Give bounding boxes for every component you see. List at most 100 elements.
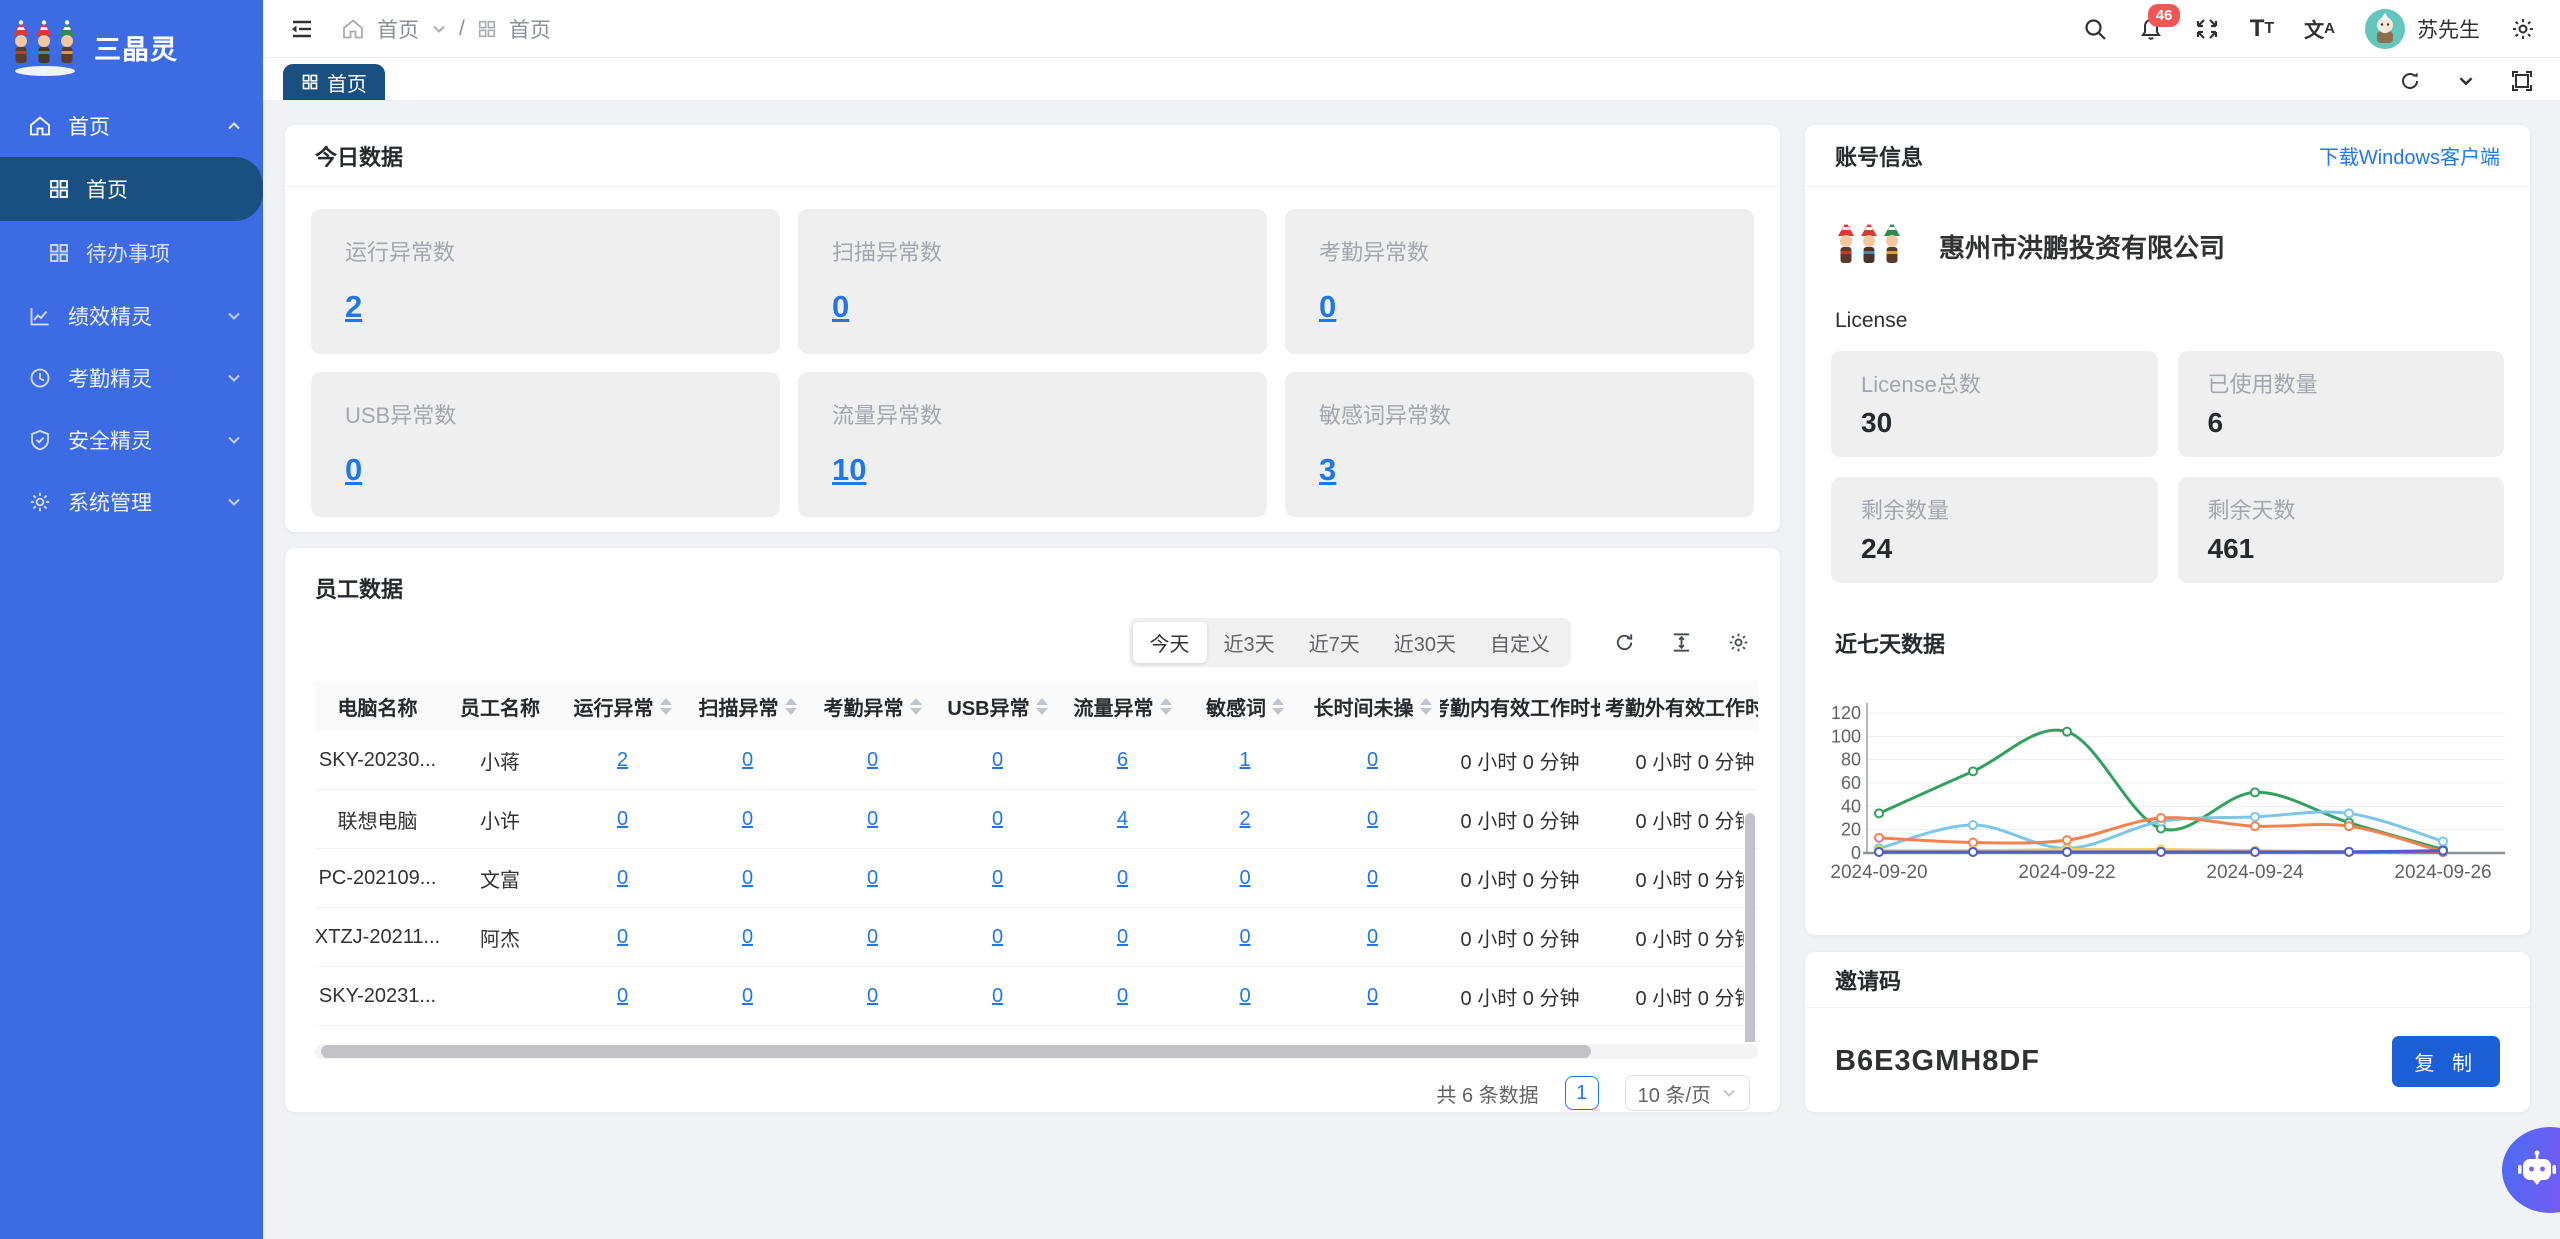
settings-gear-icon[interactable] — [2510, 16, 2536, 42]
refresh-icon[interactable] — [2398, 69, 2422, 93]
cell-count-link[interactable]: 0 — [1117, 867, 1128, 890]
license-used-box: 已使用数量 6 — [2178, 351, 2505, 457]
sidebar-subitem-todo[interactable]: 待办事项 — [0, 221, 263, 285]
sidebar-subitem-home[interactable]: 首页 — [0, 157, 263, 221]
sort-icon[interactable] — [785, 698, 797, 715]
user-name[interactable]: 苏先生 — [2417, 14, 2480, 44]
cell-count-link[interactable]: 0 — [742, 985, 753, 1008]
col-run-anomaly[interactable]: 运行异常 — [560, 692, 685, 721]
filter-custom[interactable]: 自定义 — [1473, 622, 1567, 663]
fullscreen-icon[interactable] — [2194, 16, 2220, 42]
stat-value-link[interactable]: 0 — [1319, 289, 1336, 325]
stat-value-link[interactable]: 0 — [832, 289, 849, 325]
sort-icon[interactable] — [1272, 698, 1284, 715]
filter-today[interactable]: 今天 — [1133, 622, 1207, 663]
refresh-icon[interactable] — [1613, 631, 1636, 654]
search-icon[interactable] — [2082, 16, 2108, 42]
sidebar-item-performance[interactable]: 绩效精灵 — [0, 285, 263, 347]
cell-count-link[interactable]: 0 — [1367, 867, 1378, 890]
license-remaining-box: 剩余数量 24 — [1831, 477, 2158, 583]
cell-count-link[interactable]: 0 — [742, 808, 753, 831]
sidebar-item-attendance[interactable]: 考勤精灵 — [0, 347, 263, 409]
cell-count-link[interactable]: 0 — [992, 749, 1003, 772]
scrollbar-thumb[interactable] — [321, 1045, 1591, 1058]
row-height-icon[interactable] — [1670, 631, 1693, 654]
cell-count-link[interactable]: 0 — [617, 985, 628, 1008]
page-button-1[interactable]: 1 — [1565, 1076, 1599, 1110]
col-traffic-anomaly[interactable]: 流量异常 — [1060, 692, 1185, 721]
chevron-down-icon — [1721, 1085, 1737, 1101]
cell-count-link[interactable]: 2 — [1239, 808, 1250, 831]
sort-icon[interactable] — [910, 698, 922, 715]
cell-count-link[interactable]: 0 — [1239, 867, 1250, 890]
col-employee-name[interactable]: 员工名称 — [440, 692, 560, 721]
col-attendance-anomaly[interactable]: 考勤异常 — [810, 692, 935, 721]
cell-count-link[interactable]: 0 — [742, 926, 753, 949]
cell-count-link[interactable]: 0 — [992, 926, 1003, 949]
cell-count-link[interactable]: 0 — [1367, 749, 1378, 772]
sort-icon[interactable] — [660, 698, 672, 715]
sidebar-item-system[interactable]: 系统管理 — [0, 471, 263, 533]
cell-count-link[interactable]: 0 — [867, 749, 878, 772]
col-long-idle[interactable]: 长时间未操 — [1305, 692, 1440, 721]
font-size-icon[interactable]: TT — [2250, 15, 2274, 43]
cell-count-link[interactable]: 1 — [1239, 749, 1250, 772]
sort-icon[interactable] — [1036, 698, 1048, 715]
col-scan-anomaly[interactable]: 扫描异常 — [685, 692, 810, 721]
avatar[interactable] — [2365, 9, 2405, 49]
collapse-menu-icon[interactable] — [289, 16, 315, 42]
cell-count-link[interactable]: 0 — [1239, 985, 1250, 1008]
cell-count-link[interactable]: 6 — [1117, 749, 1128, 772]
cell-count-link[interactable]: 0 — [867, 985, 878, 1008]
chevron-down-icon[interactable] — [431, 21, 447, 37]
copy-button[interactable]: 复 制 — [2392, 1036, 2500, 1087]
sort-icon[interactable] — [1420, 698, 1432, 715]
cell-count-link[interactable]: 0 — [867, 808, 878, 831]
cell-count-link[interactable]: 0 — [1367, 926, 1378, 949]
col-sensitive-word[interactable]: 敏感词 — [1185, 692, 1305, 721]
cell-count-link[interactable]: 0 — [1367, 808, 1378, 831]
home-icon[interactable] — [341, 17, 365, 41]
cell-count-link[interactable]: 0 — [742, 867, 753, 890]
cell-count-link[interactable]: 0 — [992, 808, 1003, 831]
cell-count-link[interactable]: 0 — [1239, 926, 1250, 949]
notification-bell-icon[interactable]: 46 — [2138, 16, 2164, 42]
filter-3days[interactable]: 近3天 — [1207, 622, 1292, 663]
license-stat-value: 30 — [1861, 407, 2128, 439]
column-settings-gear-icon[interactable] — [1727, 631, 1750, 654]
cell-count-link[interactable]: 0 — [617, 867, 628, 890]
stat-value-link[interactable]: 2 — [345, 289, 362, 325]
cell-count-link[interactable]: 0 — [1117, 985, 1128, 1008]
tab-home[interactable]: 首页 — [283, 64, 385, 100]
cell-count-link[interactable]: 0 — [1117, 926, 1128, 949]
sidebar-item-security[interactable]: 安全精灵 — [0, 409, 263, 471]
cell-count-link[interactable]: 0 — [742, 749, 753, 772]
assistant-chat-button[interactable] — [2502, 1127, 2560, 1213]
cell-count-link[interactable]: 0 — [867, 867, 878, 890]
cell-count-link[interactable]: 0 — [617, 926, 628, 949]
col-usb-anomaly[interactable]: USB异常 — [935, 692, 1060, 721]
cell-count-link[interactable]: 0 — [992, 867, 1003, 890]
stat-value-link[interactable]: 3 — [1319, 452, 1336, 488]
horizontal-scrollbar[interactable] — [315, 1044, 1758, 1059]
cell-count-link[interactable]: 0 — [992, 985, 1003, 1008]
language-icon[interactable]: 文A — [2304, 14, 2335, 43]
cell-count-link[interactable]: 4 — [1117, 808, 1128, 831]
cell-count-link[interactable]: 0 — [617, 808, 628, 831]
maximize-icon[interactable] — [2510, 69, 2534, 93]
cell-count-link[interactable]: 0 — [867, 926, 878, 949]
breadcrumb-root[interactable]: 首页 — [377, 14, 419, 44]
sidebar-item-home[interactable]: 首页 — [0, 95, 263, 157]
filter-30days[interactable]: 近30天 — [1377, 622, 1473, 663]
cell-count-link[interactable]: 2 — [617, 749, 628, 772]
stat-value-link[interactable]: 0 — [345, 452, 362, 488]
filter-7days[interactable]: 近7天 — [1292, 622, 1377, 663]
chevron-down-icon[interactable] — [2456, 71, 2476, 91]
stat-value-link[interactable]: 10 — [832, 452, 866, 488]
vertical-scrollbar[interactable] — [1744, 809, 1756, 1042]
download-windows-client-link[interactable]: 下载Windows客户端 — [2319, 141, 2500, 170]
page-size-select[interactable]: 10 条/页 — [1625, 1075, 1750, 1111]
sort-icon[interactable] — [1160, 698, 1172, 715]
col-computer-name[interactable]: 电脑名称 — [315, 692, 440, 721]
cell-count-link[interactable]: 0 — [1367, 985, 1378, 1008]
